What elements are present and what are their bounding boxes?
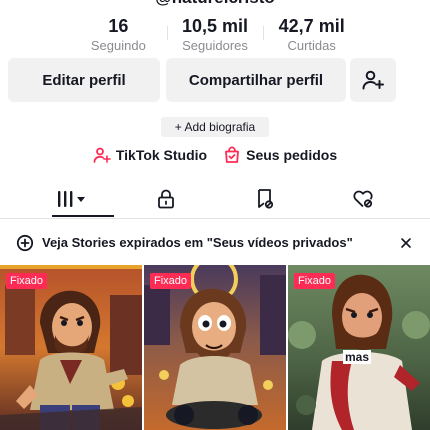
video-thumbnail[interactable]: Fixado mas (288, 265, 430, 430)
tiktok-studio-label: TikTok Studio (115, 147, 208, 163)
grid-icon (58, 190, 85, 207)
video-thumbnail[interactable]: Fixado (144, 265, 286, 430)
stat-likes[interactable]: 42,7 mil Curtidas (263, 14, 360, 54)
profile-username: @naturelcristo (0, 0, 430, 8)
profile-actions: Editar perfil Compartilhar perfil (8, 58, 396, 102)
close-icon[interactable] (397, 234, 415, 252)
video-caption: mas (343, 350, 372, 364)
share-profile-button[interactable]: Compartilhar perfil (166, 58, 346, 102)
heart-hidden-icon (353, 190, 373, 208)
video-artwork (288, 265, 430, 430)
edit-profile-button[interactable]: Editar perfil (8, 58, 160, 102)
person-sparkle-icon (93, 147, 111, 163)
tab-videos[interactable] (36, 180, 114, 217)
orders-link[interactable]: Seus pedidos (223, 144, 337, 166)
orders-label: Seus pedidos (246, 147, 338, 163)
pinned-badge: Fixado (6, 273, 48, 289)
video-artwork (0, 265, 142, 430)
profile-links: TikTok Studio Seus pedidos (0, 144, 430, 166)
pinned-badge: Fixado (294, 273, 336, 289)
stat-following[interactable]: 16 Seguindo (70, 14, 167, 54)
profile-tabs (0, 180, 430, 219)
bag-check-icon (225, 146, 240, 163)
bookmark-icon (258, 188, 274, 209)
stat-value: 42,7 mil (278, 16, 345, 36)
add-person-icon (362, 70, 384, 90)
banner-text: Veja Stories expirados em "Seus vídeos p… (42, 235, 353, 250)
add-friend-button[interactable] (350, 58, 396, 102)
lock-icon (158, 189, 174, 208)
video-grid: Fixado Fixado Fixado mas (0, 265, 430, 430)
stories-banner[interactable]: Veja Stories expirados em "Seus vídeos p… (0, 230, 430, 256)
video-thumbnail[interactable]: Fixado (0, 265, 142, 430)
video-artwork (144, 265, 286, 430)
add-bio-button[interactable]: + Add biografia (161, 117, 269, 137)
tab-liked[interactable] (327, 180, 399, 217)
tiktok-studio-link[interactable]: TikTok Studio (93, 144, 207, 166)
stat-label: Seguindo (90, 38, 146, 53)
stat-label: Seguidores (182, 38, 248, 53)
stat-followers[interactable]: 10,5 mil Seguidores (166, 14, 264, 54)
stat-value: 10,5 mil (181, 16, 249, 36)
pinned-badge: Fixado (150, 273, 192, 289)
profile-stats: 16 Seguindo 10,5 mil Seguidores 42,7 mil… (70, 14, 360, 56)
tab-private[interactable] (130, 180, 202, 217)
add-story-icon (16, 234, 34, 252)
tab-saved[interactable] (229, 180, 301, 217)
stat-value: 16 (108, 16, 129, 36)
stat-label: Curtidas (287, 38, 336, 53)
